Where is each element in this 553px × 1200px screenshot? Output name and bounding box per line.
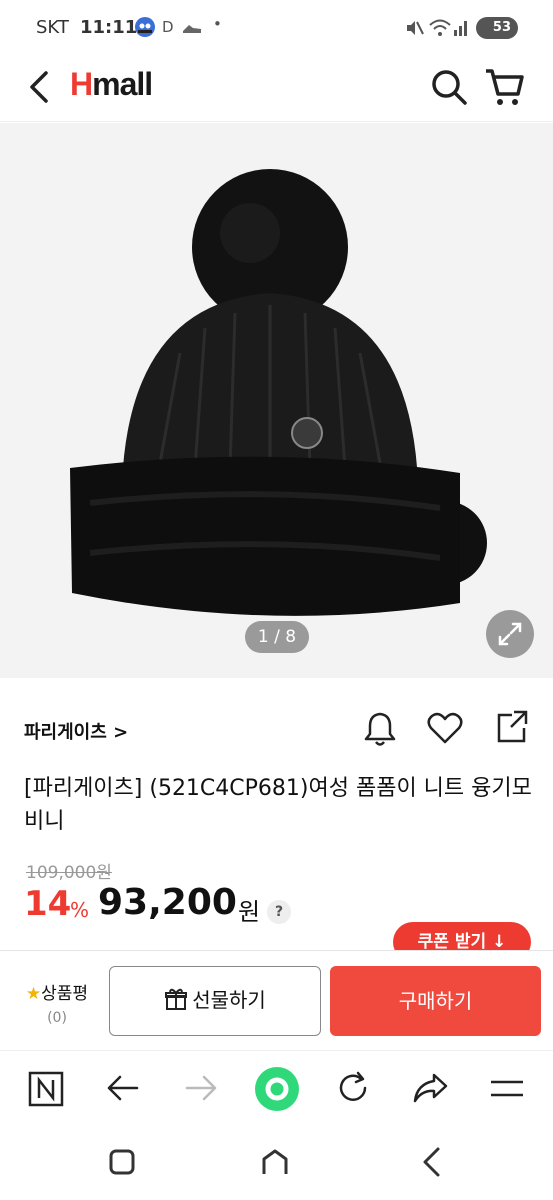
product-image-gallery[interactable]: 1 / 8 (0, 123, 553, 678)
system-back-icon[interactable] (420, 1146, 444, 1182)
system-navigation-bar (0, 1125, 553, 1200)
app-header: Hmall (0, 56, 553, 122)
sale-price: 93,200 (98, 882, 237, 923)
menu-icon[interactable] (489, 1077, 525, 1105)
original-price: 109,000원 (26, 863, 112, 883)
wishlist-heart-icon[interactable] (426, 710, 464, 750)
beanie-hat-image (70, 169, 487, 616)
browser-back-icon[interactable] (106, 1073, 140, 1107)
expand-icon (498, 622, 522, 646)
signal-icon (452, 18, 470, 38)
review-label-row: ★상품평 (14, 979, 100, 1004)
hmall-logo[interactable]: Hmall (70, 66, 153, 103)
wifi-icon (428, 18, 452, 38)
buy-button[interactable]: 구매하기 (330, 966, 541, 1036)
notification-bell-icon[interactable] (362, 710, 398, 752)
naver-n-icon[interactable] (28, 1071, 64, 1111)
review-button[interactable]: ★상품평 (0) (14, 979, 100, 1026)
back-button[interactable] (26, 70, 52, 108)
home-nav-icon[interactable] (260, 1147, 290, 1181)
browser-home-icon[interactable] (253, 1065, 301, 1117)
download-notification-label: D (162, 18, 174, 36)
refresh-icon[interactable] (336, 1071, 370, 1109)
browser-share-icon[interactable] (412, 1071, 448, 1109)
notification-dot: • (213, 15, 222, 33)
gift-label: 선물하기 (192, 988, 266, 1012)
recent-apps-icon[interactable] (108, 1148, 136, 1180)
logo-mall: mall (92, 66, 153, 102)
brand-link[interactable]: 파리게이츠 > (24, 718, 128, 744)
logo-h: H (70, 66, 93, 102)
discount-rate: 14 (24, 884, 72, 924)
purchase-bar: ★상품평 (0) 선물하기 구매하기 (0, 950, 553, 1050)
review-count: (0) (47, 1010, 67, 1026)
browser-toolbar (0, 1050, 553, 1125)
cart-icon[interactable] (484, 66, 524, 112)
search-icon[interactable] (430, 68, 468, 110)
browser-forward-icon[interactable] (184, 1073, 218, 1107)
product-title: [파리게이츠] (521C4CP681)여성 폼폼이 니트 융기모 비니 (24, 776, 532, 834)
price-currency: 원 (238, 898, 261, 926)
gift-button[interactable]: 선물하기 (109, 966, 321, 1036)
battery-level: 53 (492, 20, 511, 35)
battery-indicator: 53 (476, 17, 518, 39)
star-icon: ★ (25, 984, 42, 1004)
gift-icon (165, 988, 188, 1010)
carrier-label: SKT (36, 17, 69, 38)
app-notification-icon (134, 16, 156, 37)
mute-icon (404, 18, 424, 38)
price-help-button[interactable]: ? (267, 900, 291, 924)
review-label: 상품평 (41, 984, 89, 1004)
clock: 11:11 (80, 17, 138, 38)
discount-percent-sign: % (70, 898, 90, 922)
share-icon[interactable] (494, 708, 530, 750)
image-page-indicator: 1 / 8 (245, 621, 309, 653)
expand-image-button[interactable] (486, 610, 534, 658)
shoe-icon (181, 19, 203, 39)
status-bar: SKT 11:11 D • 53 (0, 0, 553, 56)
